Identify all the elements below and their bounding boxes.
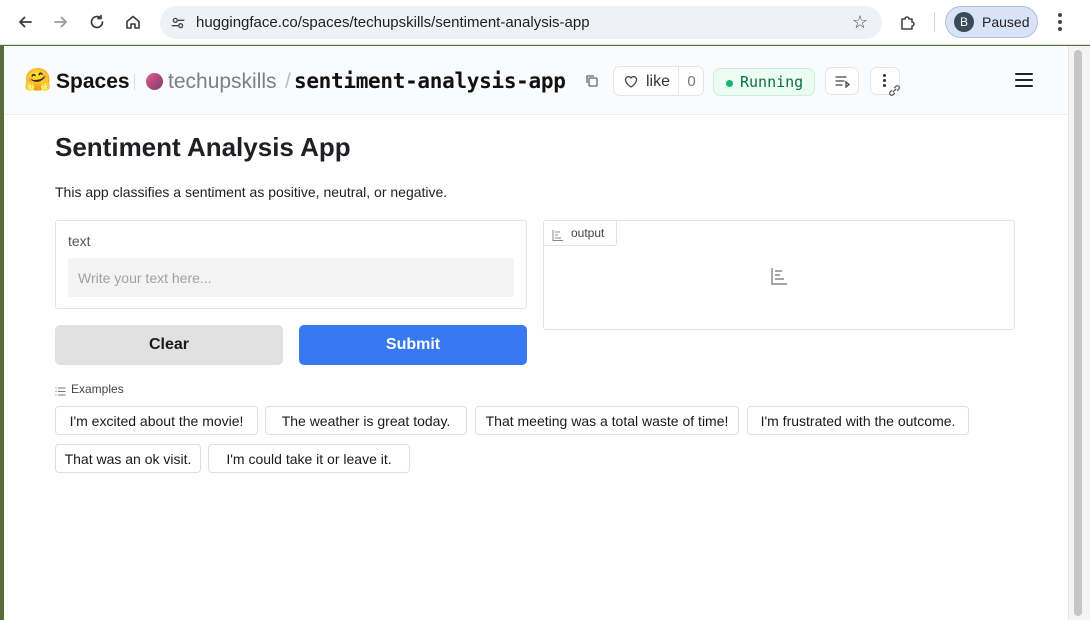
- logs-icon: [835, 76, 850, 89]
- repo-name[interactable]: sentiment-analysis-app: [294, 69, 566, 93]
- submit-button[interactable]: Submit: [299, 325, 527, 365]
- menu-icon[interactable]: [1015, 73, 1033, 87]
- text-input-panel: text: [55, 220, 527, 309]
- more-icon: [883, 74, 886, 87]
- app-title: Sentiment Analysis App: [55, 132, 351, 162]
- examples-label: Examples: [71, 382, 124, 396]
- status-badge[interactable]: Running: [713, 68, 815, 96]
- forward-icon[interactable]: [49, 10, 73, 34]
- browser-toolbar: huggingface.co/spaces/techupskills/senti…: [0, 0, 1090, 45]
- logs-button[interactable]: [825, 67, 859, 95]
- toolbar-divider: [934, 12, 935, 32]
- home-icon[interactable]: [121, 10, 145, 34]
- page-viewport: 🤗 Spaces techupskills / sentiment-analys…: [4, 46, 1068, 620]
- text-input-label: text: [68, 233, 91, 249]
- output-panel: output: [543, 220, 1015, 330]
- output-label: output: [571, 226, 605, 240]
- clear-button[interactable]: Clear: [55, 325, 283, 365]
- app-description: This app classifies a sentiment as posit…: [55, 184, 448, 200]
- example-button[interactable]: That meeting was a total waste of time!: [475, 406, 739, 435]
- list-icon: [55, 384, 66, 396]
- example-button[interactable]: That was an ok visit.: [55, 444, 201, 473]
- output-label-tag: output: [544, 221, 617, 246]
- path-separator: /: [285, 70, 291, 93]
- profile-avatar: B: [954, 12, 974, 32]
- like-count[interactable]: 0: [678, 67, 704, 95]
- status-dot-icon: [726, 80, 733, 87]
- owner-link[interactable]: techupskills: [168, 70, 277, 94]
- profile-button[interactable]: B Paused: [945, 6, 1038, 38]
- bookmark-star-icon[interactable]: ☆: [852, 12, 868, 33]
- page-scrollbar[interactable]: [1068, 46, 1090, 620]
- status-label: Running: [740, 73, 804, 91]
- header-divider: [134, 74, 135, 90]
- like-label: like: [646, 73, 671, 90]
- scrollbar-thumb[interactable]: [1074, 50, 1082, 616]
- reload-icon[interactable]: [85, 10, 109, 34]
- link-cursor-icon: [887, 83, 902, 98]
- browser-menu-icon[interactable]: [1050, 11, 1070, 33]
- bar-chart-icon: [552, 228, 563, 241]
- hugging-face-logo-icon[interactable]: 🤗: [24, 68, 51, 92]
- space-header: 🤗 Spaces techupskills / sentiment-analys…: [4, 46, 1068, 115]
- site-info-icon[interactable]: [168, 13, 188, 33]
- like-button[interactable]: like 0: [613, 66, 704, 96]
- example-button[interactable]: I'm frustrated with the outcome.: [747, 406, 969, 435]
- copy-icon[interactable]: [584, 73, 600, 89]
- extensions-icon[interactable]: [898, 11, 920, 33]
- url-text[interactable]: huggingface.co/spaces/techupskills/senti…: [196, 14, 590, 31]
- text-input[interactable]: [68, 258, 514, 297]
- back-icon[interactable]: [13, 10, 37, 34]
- profile-status: Paused: [982, 14, 1030, 30]
- example-button[interactable]: I'm could take it or leave it.: [208, 444, 410, 473]
- owner-avatar: [146, 73, 163, 90]
- label-placeholder-icon: [770, 267, 788, 285]
- example-button[interactable]: I'm excited about the movie!: [55, 406, 258, 435]
- example-button[interactable]: The weather is great today.: [265, 406, 467, 435]
- spaces-link[interactable]: Spaces: [56, 70, 130, 94]
- address-bar[interactable]: huggingface.co/spaces/techupskills/senti…: [160, 6, 882, 39]
- heart-icon: [623, 73, 639, 89]
